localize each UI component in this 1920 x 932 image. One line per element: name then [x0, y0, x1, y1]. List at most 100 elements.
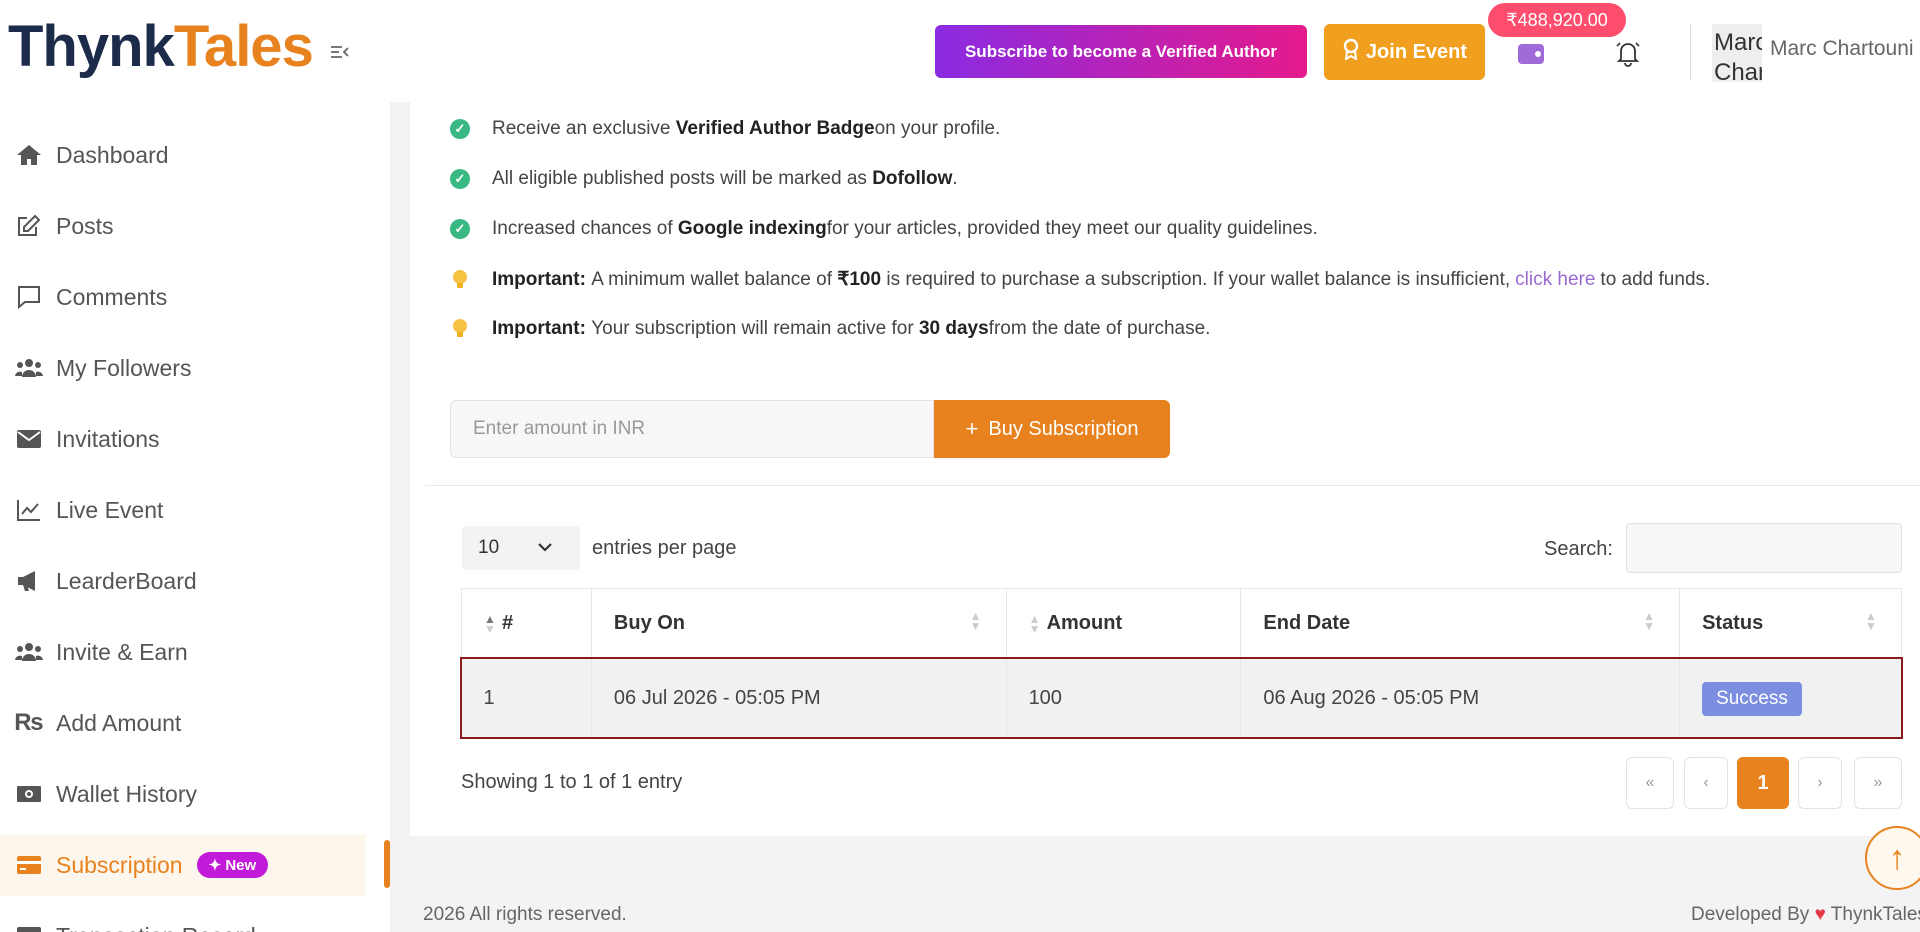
page-1-button[interactable]: 1	[1737, 757, 1789, 809]
sidebar-item-dashboard[interactable]: Dashboard	[0, 124, 366, 186]
status-badge: Success	[1702, 681, 1802, 716]
footer-credit: Developed By ♥ ThynkTales	[1691, 904, 1920, 926]
benefit-bold: Verified Author Badge	[675, 118, 875, 139]
footer-brand-link[interactable]: ThynkTales	[1831, 904, 1920, 925]
check-circle-icon: ✓	[450, 169, 470, 189]
column-header-index[interactable]: ▲ ▼ #	[461, 588, 592, 659]
column-header-status[interactable]: Status ▲ ▼	[1679, 588, 1902, 659]
wallet-balance-badge: ₹488,920.00	[1488, 3, 1626, 37]
page-next-button[interactable]: ›	[1798, 757, 1842, 809]
check-circle-icon: ✓	[450, 119, 470, 139]
sidebar-item-transaction-record[interactable]: Transaction Record	[0, 905, 366, 932]
benefit-item: ✓ Increased chances of Google indexing f…	[450, 218, 1318, 240]
header-divider	[1690, 24, 1691, 80]
receipt-icon	[14, 921, 44, 932]
column-label: Buy On	[613, 612, 686, 635]
important-note: Important: A minimum wallet balance of ₹…	[450, 268, 1710, 291]
sidebar-item-label: Transaction Record	[56, 923, 256, 932]
rupee-icon: ₨	[14, 709, 44, 736]
cell-index: 1	[461, 658, 592, 739]
note-text: A minimum wallet balance of	[591, 268, 832, 290]
table-search-input[interactable]	[1626, 523, 1902, 573]
sidebar-item-label: Comments	[56, 283, 168, 310]
sidebar-item-comments[interactable]: Comments	[0, 266, 366, 328]
new-badge: ✦ New	[196, 852, 269, 878]
page-first-button[interactable]: «	[1626, 757, 1674, 809]
sidebar-item-live-event[interactable]: Live Event	[0, 479, 366, 541]
column-header-end-date[interactable]: End Date ▲ ▼	[1240, 588, 1681, 659]
table-row[interactable]: 1 06 Jul 2026 - 05:05 PM 100 06 Aug 2026…	[461, 658, 1902, 739]
money-icon	[14, 779, 44, 809]
sidebar-item-invitations[interactable]: Invitations	[0, 408, 366, 470]
arrow-up-icon: ↑	[1888, 838, 1906, 877]
megaphone-icon	[14, 566, 44, 596]
benefit-text: .	[952, 168, 958, 189]
sidebar-item-label: Wallet History	[56, 780, 197, 807]
note-text: from the date of purchase.	[988, 318, 1211, 339]
sidebar-item-wallet-history[interactable]: Wallet History	[0, 763, 366, 825]
important-note: Important: Your subscription will remain…	[450, 318, 1210, 340]
sidebar-item-label: LearderBoard	[56, 567, 197, 594]
sidebar-item-invite-earn[interactable]: Invite & Earn	[0, 621, 366, 683]
cell-status: Success	[1679, 658, 1902, 739]
sidebar-item-label: Subscription	[56, 851, 183, 878]
page-last-button[interactable]: »	[1854, 757, 1902, 809]
card-icon	[14, 850, 44, 880]
active-nav-marker	[384, 840, 390, 888]
column-header-amount[interactable]: ▲ ▼ Amount	[1005, 588, 1242, 659]
menu-collapse-icon[interactable]	[328, 40, 352, 64]
avatar[interactable]: Marc Chartouni	[1712, 24, 1762, 82]
column-label: #	[502, 612, 514, 635]
join-event-label: Join Event	[1365, 40, 1468, 63]
benefit-text: on your profile.	[874, 118, 1001, 139]
benefit-text: Increased chances of	[492, 218, 673, 239]
sidebar-item-label: Invitations	[56, 425, 160, 452]
sidebar-item-my-followers[interactable]: My Followers	[0, 337, 366, 399]
envelope-icon	[14, 424, 44, 454]
benefit-text: for your articles, provided they meet ou…	[826, 218, 1318, 239]
entries-value: 10	[478, 537, 500, 558]
join-event-button[interactable]: Join Event	[1324, 24, 1485, 80]
chart-line-icon	[14, 495, 44, 525]
scroll-to-top-button[interactable]: ↑	[1865, 826, 1920, 890]
column-header-buy-on[interactable]: Buy On ▲ ▼	[590, 588, 1007, 659]
sort-icon: ▲ ▼	[1865, 609, 1877, 633]
sidebar-item-label: Posts	[56, 212, 114, 239]
wallet-icon[interactable]	[1518, 44, 1544, 64]
note-text: is required to purchase a subscription. …	[886, 268, 1511, 290]
benefit-item: ✓ All eligible published posts will be m…	[450, 168, 958, 190]
top-header: ThynkTales Subscribe to become a Verifie…	[0, 0, 1920, 102]
plus-icon: +	[965, 416, 979, 441]
buy-subscription-button[interactable]: + Buy Subscription	[934, 400, 1170, 458]
award-icon	[1342, 38, 1360, 66]
user-name[interactable]: Marc Chartouni	[1770, 37, 1914, 61]
users-icon	[14, 353, 44, 383]
chevron-down-icon	[536, 537, 554, 563]
sidebar-item-add-amount[interactable]: ₨ Add Amount	[0, 692, 366, 754]
cell-end-date: 06 Aug 2026 - 05:05 PM	[1240, 658, 1681, 739]
table-info: Showing 1 to 1 of 1 entry	[461, 771, 683, 793]
entries-per-page-select[interactable]: 10	[462, 526, 580, 570]
page-prev-button[interactable]: ‹	[1684, 757, 1728, 809]
note-bold: 30 days	[918, 318, 989, 339]
column-label: Amount	[1046, 612, 1123, 635]
lightbulb-icon	[450, 269, 470, 290]
sidebar-item-posts[interactable]: Posts	[0, 195, 366, 257]
check-circle-icon: ✓	[450, 219, 470, 239]
sort-icon: ▲ ▼	[484, 611, 496, 636]
sidebar-item-label: Invite & Earn	[56, 638, 188, 665]
note-text: Your subscription will remain active for	[591, 318, 914, 339]
sidebar-item-leaderboard[interactable]: LearderBoard	[0, 550, 366, 612]
subscribe-verified-author-button[interactable]: Subscribe to become a Verified Author	[935, 25, 1307, 78]
add-funds-link[interactable]: click here	[1515, 269, 1595, 291]
logo-part-tales: Tales	[173, 14, 314, 79]
benefit-item: ✓ Receive an exclusive Verified Author B…	[450, 118, 1000, 140]
bell-icon[interactable]	[1614, 38, 1642, 68]
footer-copyright: 2026 All rights reserved.	[423, 904, 627, 925]
note-label: Important:	[492, 318, 586, 339]
logo[interactable]: ThynkTales	[8, 18, 314, 76]
buy-subscription-label: Buy Subscription	[988, 417, 1139, 440]
sidebar-item-subscription[interactable]: Subscription ✦ New	[0, 834, 366, 896]
amount-input[interactable]	[450, 400, 934, 458]
subscription-table: ▲ ▼ # Buy On ▲ ▼ ▲ ▼ Amount End Date ▲ ▼ Status ▲…	[461, 588, 1902, 739]
